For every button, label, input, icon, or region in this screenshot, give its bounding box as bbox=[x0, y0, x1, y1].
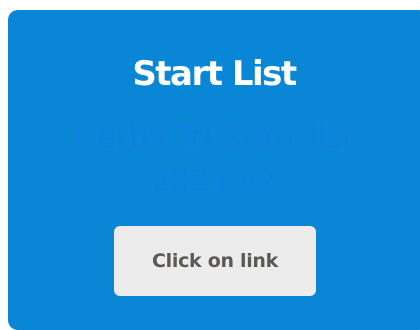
button-label: Click on link bbox=[152, 250, 278, 272]
click-on-link-button[interactable]: Click on link bbox=[114, 226, 316, 296]
start-list-document-link[interactable]: Derby Tri Start list 2024 v2 bbox=[38, 116, 390, 204]
start-list-card: Start List Derby Tri Start list 2024 v2 … bbox=[8, 10, 420, 330]
link-text-line-1: Derby Tri Start list bbox=[73, 120, 355, 155]
link-text-line-2: 2024 v2 bbox=[150, 164, 278, 199]
card-title: Start List bbox=[132, 54, 297, 94]
